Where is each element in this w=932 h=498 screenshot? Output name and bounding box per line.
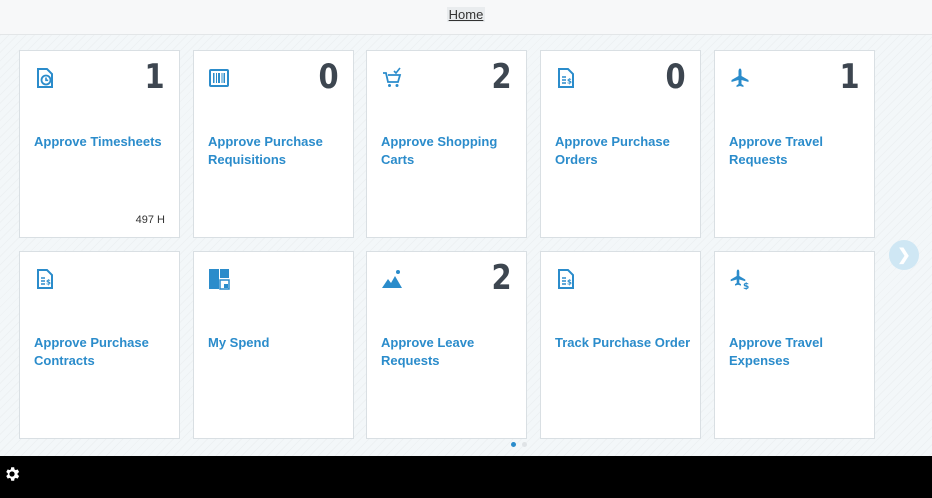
tile-track-purchase-order[interactable]: $ Track Purchase Order — [540, 251, 701, 439]
chevron-right-icon: ❯ — [897, 247, 911, 264]
invoice-icon: $ — [34, 268, 56, 290]
tile-title: Approve Purchase Contracts — [34, 335, 149, 368]
tile-title: Track Purchase Order — [555, 335, 691, 350]
tile-approve-travel-requests[interactable]: 1 Approve Travel Requests — [714, 50, 875, 238]
tile-count: 2 — [491, 258, 512, 298]
tile-title: Approve Shopping Carts — [381, 134, 498, 167]
page-indicator[interactable] — [511, 442, 516, 447]
mountain-icon — [381, 268, 403, 290]
tile-title: My Spend — [208, 335, 270, 350]
barcode-icon — [208, 67, 230, 89]
tile-count: 1 — [144, 57, 165, 97]
airplane-dollar-icon: $ — [729, 268, 751, 290]
home-link[interactable]: Home — [446, 7, 486, 22]
next-page-button[interactable]: ❯ — [889, 240, 919, 270]
tile-count: 0 — [318, 57, 339, 97]
launchpad-canvas: 1 Approve Timesheets 497 H 0 Approve Pur… — [0, 35, 932, 456]
tile-approve-purchase-requisitions[interactable]: 0 Approve Purchase Requisitions — [193, 50, 354, 238]
tile-my-spend[interactable]: My Spend — [193, 251, 354, 439]
tile-approve-leave-requests[interactable]: 2 Approve Leave Requests — [366, 251, 527, 439]
tile-approve-purchase-contracts[interactable]: $ Approve Purchase Contracts — [19, 251, 180, 439]
svg-text:$: $ — [743, 282, 749, 290]
tile-footer: 497 H — [135, 214, 165, 226]
tile-count: 1 — [839, 57, 860, 97]
tile-count: 0 — [665, 57, 686, 97]
tile-title: Approve Travel Expenses — [729, 335, 823, 368]
svg-text:$: $ — [567, 279, 572, 287]
tile-title: Approve Travel Requests — [729, 134, 823, 167]
invoice-icon: $ — [555, 67, 577, 89]
dashboard-icon — [208, 268, 230, 290]
tile-approve-travel-expenses[interactable]: $ Approve Travel Expenses — [714, 251, 875, 439]
bottom-toolbar — [0, 456, 932, 498]
tile-approve-purchase-orders[interactable]: $ 0 Approve Purchase Orders — [540, 50, 701, 238]
page-indicator[interactable] — [522, 442, 527, 447]
tile-approve-timesheets[interactable]: 1 Approve Timesheets 497 H — [19, 50, 180, 238]
tile-title: Approve Purchase Orders — [555, 134, 670, 167]
tile-approve-shopping-carts[interactable]: 2 Approve Shopping Carts — [366, 50, 527, 238]
airplane-icon — [729, 67, 751, 89]
svg-text:$: $ — [567, 78, 572, 86]
invoice-icon: $ — [555, 268, 577, 290]
tile-title: Approve Timesheets — [34, 134, 162, 149]
svg-text:$: $ — [46, 279, 51, 287]
pagination-dots — [511, 442, 527, 447]
tile-title: Approve Leave Requests — [381, 335, 475, 368]
timesheet-icon — [34, 67, 56, 89]
tile-count: 2 — [491, 57, 512, 97]
gear-icon[interactable] — [3, 465, 21, 483]
cart-icon — [381, 67, 403, 89]
tile-title: Approve Purchase Requisitions — [208, 134, 323, 167]
shell-header: Home — [0, 0, 932, 35]
